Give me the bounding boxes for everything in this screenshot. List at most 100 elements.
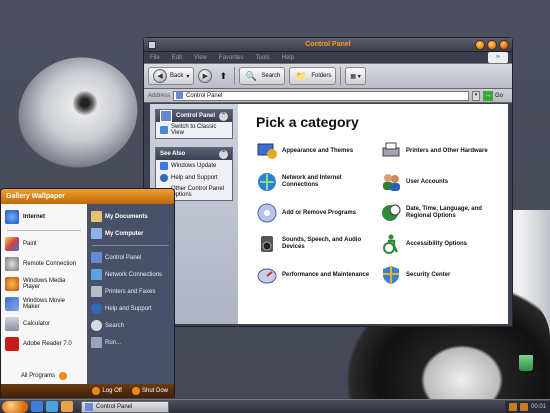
control-panel-header[interactable]: Control Panel ⌃	[156, 110, 232, 122]
category-add-remove[interactable]: Add or Remove Programs	[256, 202, 374, 224]
start-item-media-player[interactable]: Windows Media Player	[1, 274, 87, 294]
volume-icon[interactable]	[519, 402, 528, 411]
category-appearance[interactable]: Appearance and Themes	[256, 140, 374, 162]
start-item-run[interactable]: Run...	[90, 334, 171, 351]
forward-button[interactable]: ▶	[198, 69, 213, 83]
category-label: Security Center	[406, 271, 451, 278]
users-icon	[383, 174, 400, 191]
go-label: Go	[495, 92, 504, 99]
switch-classic-view-link[interactable]: Switch to Classic View	[156, 122, 232, 138]
start-menu-places: My Documents My Computer Control Panel N…	[87, 204, 174, 384]
collapse-icon[interactable]: ⌃	[219, 149, 228, 159]
start-item-label: My Documents	[105, 213, 148, 220]
category-date-time[interactable]: Date, Time, Language, and Regional Optio…	[380, 202, 498, 224]
start-item-calculator[interactable]: Calculator	[1, 314, 87, 334]
start-item-printers-faxes[interactable]: Printers and Faxes	[90, 283, 171, 300]
minimize-button[interactable]	[475, 40, 485, 50]
globe-icon	[160, 162, 168, 170]
start-item-my-documents[interactable]: My Documents	[90, 208, 171, 225]
up-folder-icon[interactable]: ⬆	[216, 69, 230, 83]
go-button[interactable]: → Go	[483, 90, 509, 101]
address-input[interactable]: Control Panel	[173, 90, 469, 101]
start-item-label: Internet	[23, 214, 46, 220]
start-item-movie-maker[interactable]: Windows Movie Maker	[1, 294, 87, 314]
start-item-adobe-reader[interactable]: Adobe Reader 7.0	[1, 334, 87, 354]
start-menu-divider	[92, 245, 169, 246]
other-options-label: Other Control Panel Options	[171, 186, 225, 198]
tray-icon[interactable]	[508, 402, 517, 411]
category-accessibility[interactable]: Accessibility Options	[380, 233, 498, 255]
menu-favorites[interactable]: Favorites	[219, 55, 244, 61]
views-button[interactable]: ▦ ▾	[345, 67, 366, 85]
shut-down-button[interactable]: Shut Dow	[131, 387, 168, 395]
start-item-help-support[interactable]: Help and Support	[90, 300, 171, 317]
start-button[interactable]	[2, 400, 28, 413]
address-bar: Address Control Panel ▾ → Go	[144, 89, 512, 103]
control-panel-icon	[160, 110, 172, 122]
maximize-button[interactable]	[487, 40, 497, 50]
category-label: Sounds, Speech, and Audio Devices	[282, 237, 362, 250]
back-button[interactable]: ◀ Back ▾	[148, 67, 195, 85]
help-support-link[interactable]: Help and Support	[156, 172, 232, 184]
arrow-right-icon	[59, 372, 68, 380]
start-menu-footer: Log Off Shut Dow	[1, 384, 174, 398]
windows-update-link[interactable]: Windows Update	[156, 160, 232, 172]
category-security-center[interactable]: Security Center	[380, 264, 498, 286]
category-performance[interactable]: Performance and Maintenance	[256, 264, 374, 286]
speaker-icon	[261, 236, 273, 252]
category-grid: Appearance and Themes Printers and Other…	[256, 140, 498, 286]
window-titlebar[interactable]: Control Panel	[144, 38, 512, 52]
help-icon	[91, 303, 102, 314]
computer-icon	[91, 228, 102, 239]
start-item-network-connections[interactable]: Network Connections	[90, 266, 171, 283]
category-user-accounts[interactable]: User Accounts	[380, 171, 498, 193]
taskbar: Control Panel 00:01	[0, 399, 550, 413]
go-arrow-icon: →	[483, 90, 493, 101]
taskbar-button-control-panel[interactable]: Control Panel	[81, 400, 169, 413]
media-player-icon[interactable]	[61, 401, 73, 412]
category-label: Appearance and Themes	[282, 147, 354, 154]
menu-view[interactable]: View	[194, 55, 207, 61]
see-also-header[interactable]: See Also ⌃	[156, 148, 232, 160]
toolbar-divider	[234, 67, 236, 85]
all-programs-button[interactable]: All Programs	[1, 372, 87, 380]
log-off-button[interactable]: Log Off	[92, 387, 122, 395]
start-item-label: Windows Movie Maker	[23, 298, 66, 310]
start-item-internet[interactable]: Internet	[1, 207, 87, 227]
start-item-my-computer[interactable]: My Computer	[90, 225, 171, 242]
close-button[interactable]	[499, 40, 509, 50]
chevron-down-icon[interactable]: ▾	[186, 73, 189, 80]
internet-explorer-icon[interactable]	[46, 401, 58, 412]
category-network[interactable]: Network and Internet Connections	[256, 171, 374, 193]
network-icon	[258, 173, 276, 191]
run-icon	[91, 337, 102, 348]
window-content: Control Panel ⌃ Switch to Classic View S…	[150, 104, 508, 324]
category-sounds[interactable]: Sounds, Speech, and Audio Devices	[256, 233, 374, 255]
show-desktop-icon[interactable]	[31, 401, 43, 412]
menu-tools[interactable]: Tools	[256, 55, 270, 61]
category-label: User Accounts	[406, 178, 449, 185]
collapse-icon[interactable]: ⌃	[218, 111, 228, 121]
windows-flag-icon: ⚑	[488, 52, 508, 63]
clock[interactable]: 00:01	[531, 404, 546, 410]
start-menu-programs: Internet Paint Remote Connection Windows…	[1, 204, 87, 384]
menu-help[interactable]: Help	[282, 55, 294, 61]
start-item-remote-connection[interactable]: Remote Connection	[1, 254, 87, 274]
start-item-search[interactable]: Search	[90, 317, 171, 334]
start-item-label: Network Connections	[105, 271, 163, 278]
recycle-bin-label: Recycle Bin	[510, 373, 542, 379]
start-item-control-panel[interactable]: Control Panel	[90, 249, 171, 266]
menu-file[interactable]: File	[150, 55, 160, 61]
category-printers[interactable]: Printers and Other Hardware	[380, 140, 498, 162]
address-value: Control Panel	[186, 92, 223, 99]
address-dropdown-button[interactable]: ▾	[472, 90, 480, 101]
start-item-paint[interactable]: Paint	[1, 234, 87, 254]
toolbar-divider	[340, 67, 342, 85]
menu-edit[interactable]: Edit	[172, 55, 182, 61]
search-label: Search	[261, 73, 281, 79]
window-title: Control Panel	[305, 41, 351, 48]
back-arrow-icon: ◀	[153, 69, 167, 83]
folders-button[interactable]: 📁 Folders	[289, 67, 337, 85]
search-button[interactable]: 🔍 Search	[239, 67, 286, 85]
recycle-bin[interactable]: Recycle Bin	[506, 355, 546, 379]
